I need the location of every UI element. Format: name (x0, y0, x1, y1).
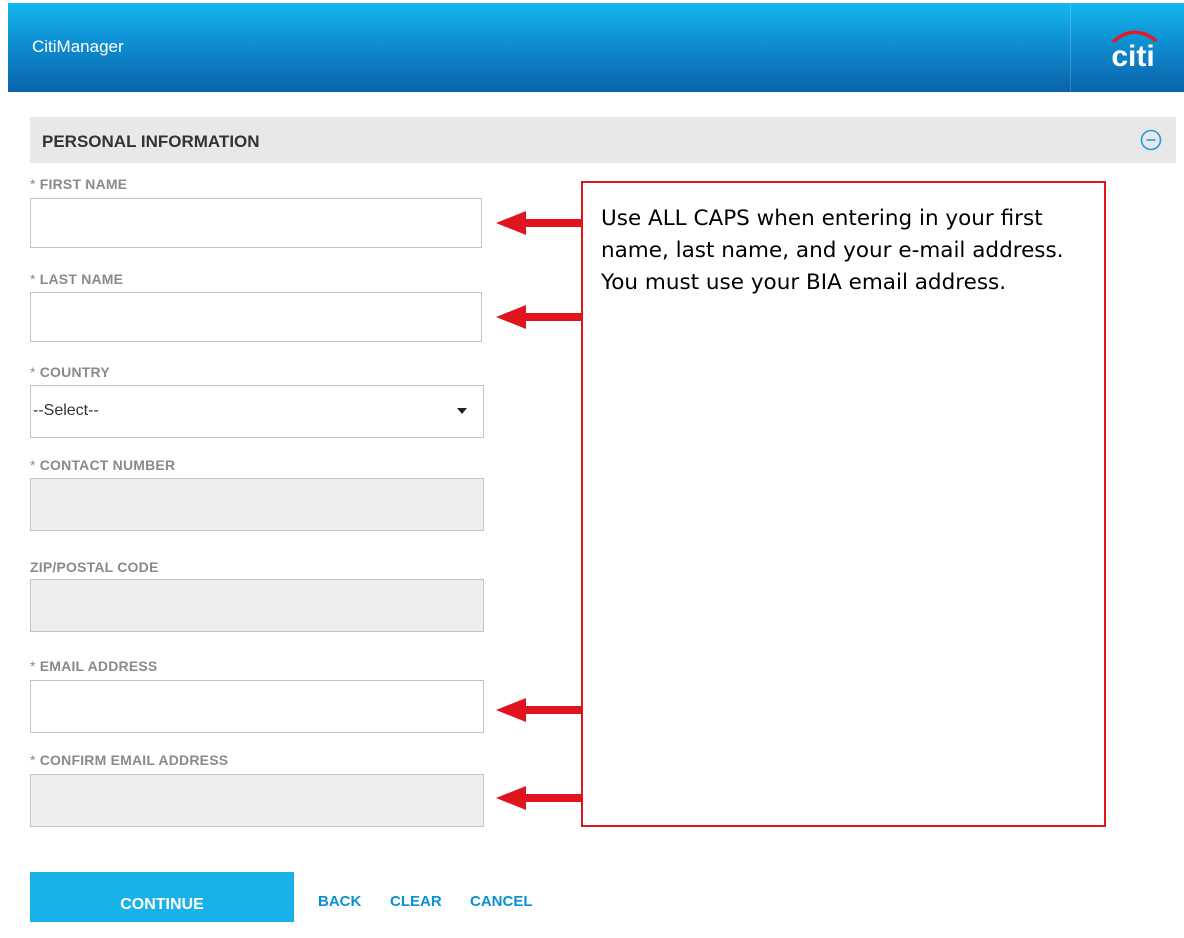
continue-button[interactable]: CONTINUE (30, 872, 294, 922)
contact-number-input[interactable] (30, 478, 484, 531)
email-label: * EMAIL ADDRESS (30, 658, 158, 674)
personal-information-section-header: PERSONAL INFORMATION (30, 117, 1176, 163)
header-divider (1070, 3, 1071, 92)
country-label: * COUNTRY (30, 364, 110, 380)
first-name-label: * FIRST NAME (30, 176, 128, 192)
confirm-email-input[interactable] (30, 774, 484, 827)
annotation-arrow (496, 698, 584, 722)
caret-down-icon (457, 408, 467, 414)
citi-logo: citi (1111, 30, 1157, 73)
back-link[interactable]: BACK (318, 893, 361, 910)
cancel-link[interactable]: CANCEL (470, 893, 533, 910)
last-name-input[interactable] (30, 292, 482, 342)
contact-number-label: * CONTACT NUMBER (30, 457, 176, 473)
email-input[interactable] (30, 680, 484, 733)
annotation-arrow (496, 786, 584, 810)
zip-input[interactable] (30, 579, 484, 632)
last-name-label: * LAST NAME (30, 271, 124, 287)
country-select[interactable]: --Select-- (30, 385, 484, 438)
annotation-text: Use ALL CAPS when entering in your first… (601, 206, 1064, 295)
first-name-input[interactable] (30, 198, 482, 248)
country-selected-value: --Select-- (33, 402, 99, 419)
confirm-email-label: * CONFIRM EMAIL ADDRESS (30, 752, 229, 768)
annotation-callout: Use ALL CAPS when entering in your first… (581, 181, 1106, 827)
app-title: CitiManager (32, 37, 124, 56)
zip-label: ZIP/POSTAL CODE (30, 559, 159, 575)
annotation-arrow (496, 211, 584, 235)
app-header: CitiManager citi (8, 3, 1184, 92)
section-title: PERSONAL INFORMATION (42, 132, 260, 151)
annotation-arrow (496, 305, 584, 329)
svg-text:citi: citi (1111, 40, 1154, 73)
clear-link[interactable]: CLEAR (390, 893, 442, 910)
minus-circle-icon[interactable] (1140, 129, 1162, 151)
